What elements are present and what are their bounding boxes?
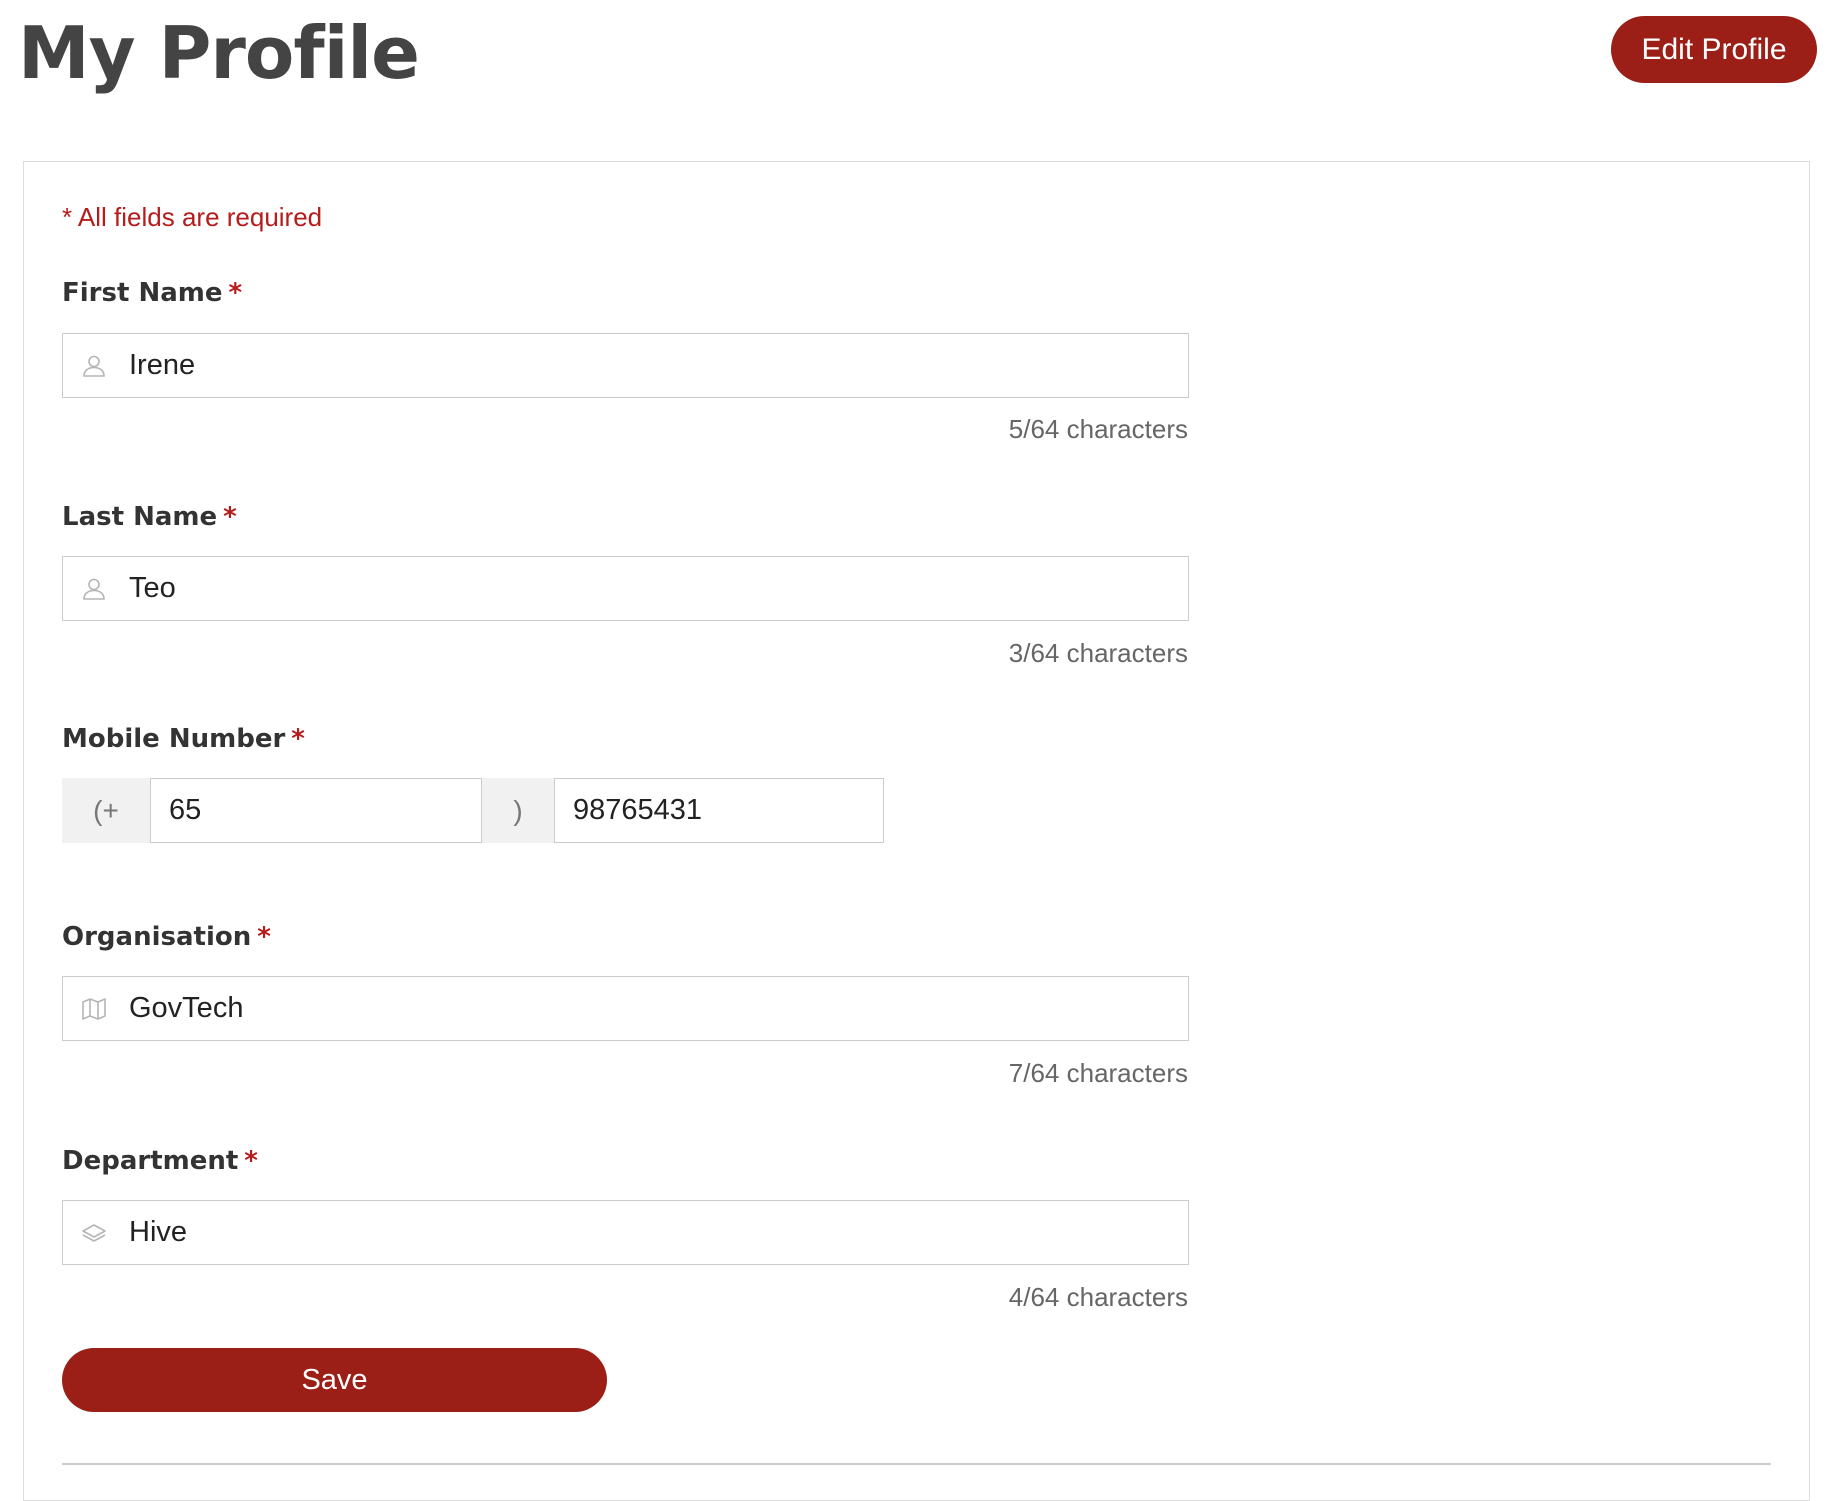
department-field[interactable]	[62, 1200, 1189, 1265]
edit-profile-button[interactable]: Edit Profile	[1611, 16, 1817, 83]
organisation-label-text: Organisation	[62, 922, 252, 952]
required-star: *	[244, 1146, 258, 1176]
country-code-suffix: )	[482, 778, 554, 843]
last-name-field[interactable]	[62, 556, 1189, 621]
required-fields-note: * All fields are required	[62, 202, 323, 232]
last-name-label: Last Name *	[62, 502, 237, 532]
first-name-field[interactable]	[62, 333, 1189, 398]
first-name-input[interactable]	[129, 334, 1169, 396]
department-label: Department *	[62, 1146, 258, 1176]
department-char-counter: 4/64 characters	[1008, 1282, 1188, 1312]
form-divider	[62, 1463, 1771, 1465]
last-name-char-counter: 3/64 characters	[1008, 638, 1188, 668]
map-icon	[81, 996, 107, 1022]
required-star: *	[257, 922, 271, 952]
country-code-prefix: (+	[62, 778, 150, 843]
first-name-char-counter: 5/64 characters	[1008, 414, 1188, 444]
layers-icon	[81, 1220, 107, 1246]
organisation-field[interactable]	[62, 976, 1189, 1041]
last-name-label-text: Last Name	[62, 502, 218, 532]
first-name-label-text: First Name	[62, 278, 223, 308]
required-star: *	[228, 278, 243, 308]
last-name-input[interactable]	[129, 557, 1169, 619]
mobile-number-label-text: Mobile Number	[62, 724, 286, 754]
country-code-input[interactable]	[150, 778, 482, 843]
save-button[interactable]: Save	[62, 1348, 607, 1412]
organisation-char-counter: 7/64 characters	[1008, 1058, 1188, 1088]
user-icon	[81, 576, 107, 602]
page-title: My Profile	[18, 11, 420, 95]
organisation-label: Organisation *	[62, 922, 271, 952]
first-name-label: First Name *	[62, 278, 242, 308]
required-star: *	[223, 502, 237, 532]
mobile-number-input[interactable]	[554, 778, 884, 843]
department-input[interactable]	[129, 1201, 1169, 1263]
organisation-input[interactable]	[129, 977, 1169, 1039]
mobile-number-label: Mobile Number *	[62, 724, 305, 754]
required-star: *	[291, 724, 305, 754]
user-icon	[81, 353, 107, 379]
department-label-text: Department	[62, 1146, 239, 1176]
